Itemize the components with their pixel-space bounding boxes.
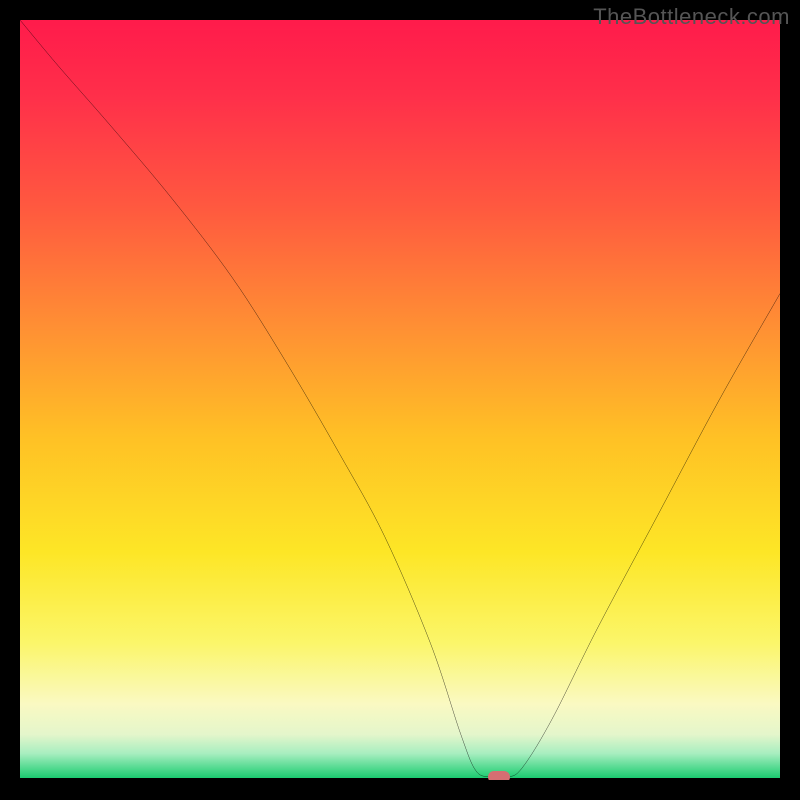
plot-area — [20, 20, 780, 780]
x-axis-baseline — [20, 778, 780, 780]
bottleneck-curve — [20, 20, 780, 780]
watermark-text: TheBottleneck.com — [593, 4, 790, 30]
chart-frame: TheBottleneck.com — [0, 0, 800, 800]
optimal-point-marker — [488, 771, 510, 780]
